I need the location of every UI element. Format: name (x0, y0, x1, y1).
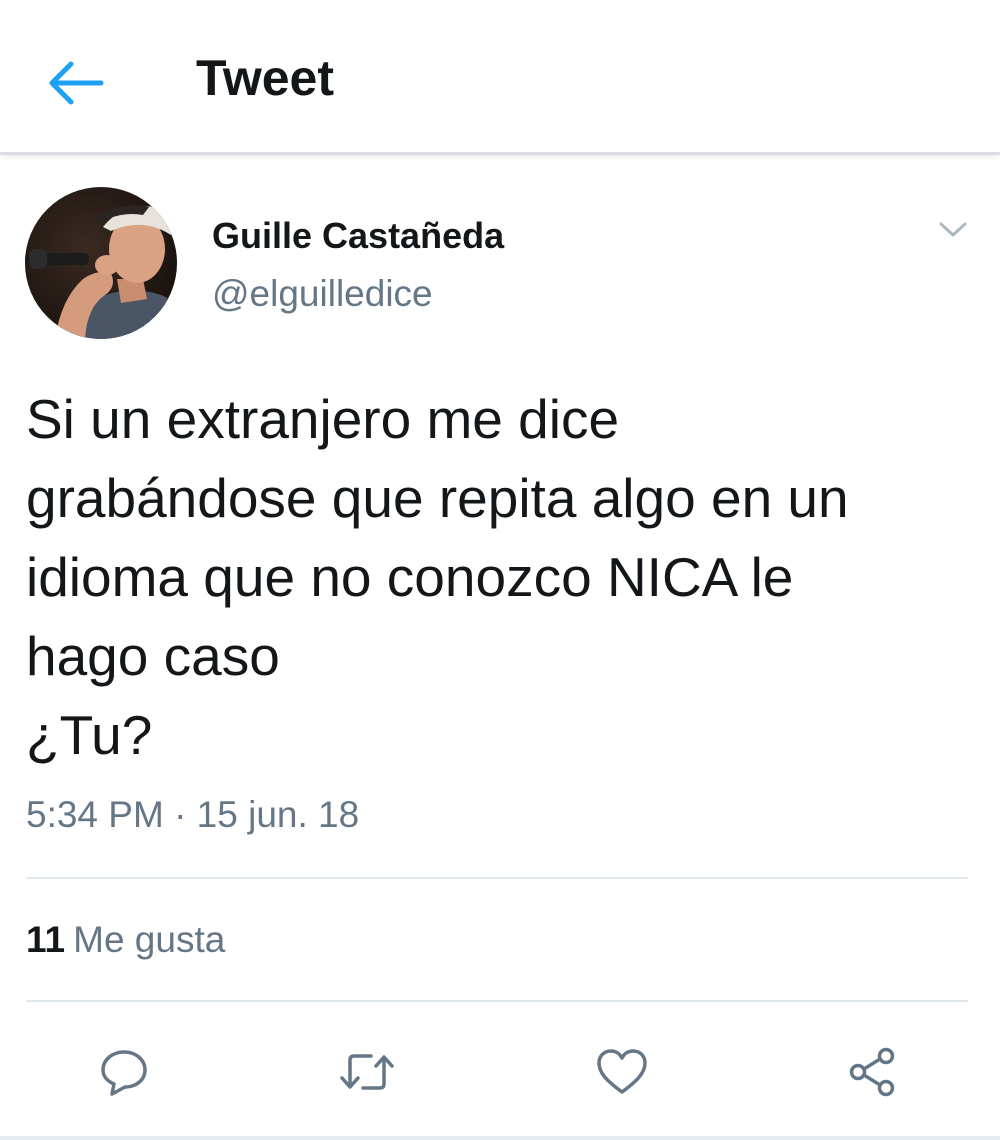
bottom-border (0, 1136, 1000, 1140)
likes-label: Me gusta (73, 919, 226, 960)
retweet-button[interactable] (335, 1040, 399, 1104)
heart-icon (597, 1049, 647, 1094)
like-button[interactable] (590, 1040, 654, 1104)
author-display-name[interactable]: Guille Castañeda (212, 212, 504, 260)
retweet-icon (340, 1054, 394, 1090)
avatar[interactable] (25, 187, 177, 339)
top-app-bar: Tweet (0, 0, 1000, 155)
tweet-timestamp: 5:34 PM · 15 jun. 18 (26, 794, 360, 835)
share-icon (849, 1047, 895, 1097)
divider (26, 877, 968, 879)
profile-avatar (25, 187, 177, 339)
tweet-text: Si un extranjero me dice grabándose que … (26, 388, 849, 766)
reply-bubble-icon (101, 1050, 147, 1096)
page-title: Tweet (196, 50, 334, 106)
author-handle[interactable]: @elguilledice (212, 270, 433, 318)
arrow-left-icon (49, 61, 104, 105)
share-button[interactable] (840, 1040, 904, 1104)
back-button[interactable] (40, 48, 110, 118)
likes-count: 11 (26, 919, 66, 960)
tweet-menu-button[interactable] (930, 210, 976, 250)
reply-button[interactable] (92, 1040, 156, 1104)
likes-stat[interactable]: 11 Me gusta (26, 915, 225, 965)
chevron-down-icon (939, 222, 967, 237)
divider (26, 1000, 968, 1002)
